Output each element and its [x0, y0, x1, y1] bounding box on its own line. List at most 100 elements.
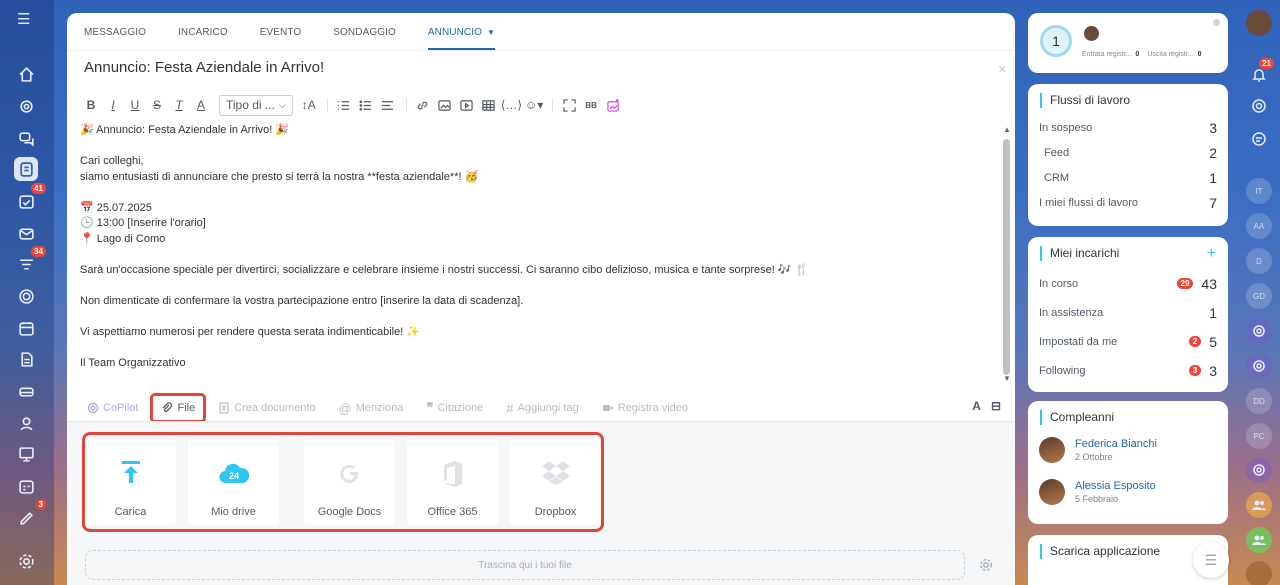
schedule-icon[interactable] [14, 474, 38, 498]
bbcode-icon[interactable]: BB [581, 95, 601, 115]
editor-scrollbar[interactable]: ▲ ▼ [1001, 125, 1013, 383]
menu-button[interactable]: ☰ [1193, 542, 1229, 578]
group-icon[interactable] [1246, 492, 1272, 518]
provider-dropbox[interactable]: Dropbox [510, 439, 601, 525]
strikethrough-icon[interactable]: S [147, 95, 167, 115]
menu-icon[interactable]: ☰ [17, 12, 35, 27]
avatar[interactable]: PC [1246, 423, 1272, 449]
mail-icon[interactable] [14, 221, 38, 245]
calendar-icon[interactable] [14, 316, 38, 340]
clear-format-icon[interactable]: T [169, 95, 189, 115]
workflow-row[interactable]: CRM 1 [1028, 165, 1228, 190]
underline-icon[interactable]: U [125, 95, 145, 115]
quote-button[interactable]: ❞ Citazione [426, 400, 483, 416]
avatar[interactable]: AA [1246, 213, 1272, 239]
tasks-icon[interactable]: 41 [14, 183, 46, 213]
bullet-list-icon[interactable] [356, 95, 376, 115]
document-icon[interactable] [14, 347, 38, 371]
italic-icon[interactable]: I [103, 95, 123, 115]
table-icon[interactable] [479, 95, 499, 115]
bell-icon[interactable]: 21 [1246, 58, 1274, 88]
settings-icon[interactable] [14, 549, 38, 573]
group-icon[interactable] [1246, 527, 1272, 553]
feed-icon[interactable] [14, 157, 38, 181]
copilot-button[interactable]: CoPilot [87, 402, 138, 414]
task-row[interactable]: In corso 29 43 [1028, 269, 1228, 298]
link-icon[interactable] [413, 95, 433, 115]
task-row[interactable]: In assistenza 1 [1028, 298, 1228, 327]
signature-icon[interactable]: 3 [14, 499, 46, 529]
scrollbar-thumb[interactable] [1003, 139, 1010, 375]
provider-my-drive[interactable]: 24 Mio drive [188, 439, 279, 525]
close-icon[interactable]: ✕ [998, 63, 1007, 76]
message-editor[interactable]: 🎉 Annuncio: Festa Aziendale in Arrivo! 🎉… [80, 123, 1000, 385]
panel-icon[interactable]: ⊟ [991, 399, 1001, 413]
contacts-icon[interactable] [14, 411, 38, 435]
code-icon[interactable]: ⟨…⟩ [501, 95, 522, 115]
create-document-button[interactable]: Crea documento [218, 402, 316, 414]
copilot-icon[interactable] [1246, 353, 1272, 379]
video-icon[interactable] [457, 95, 477, 115]
record-video-button[interactable]: Registra video [602, 402, 688, 414]
avatar[interactable]: D [1246, 248, 1272, 274]
workflow-row[interactable]: I miei flussi di lavoro 7 [1028, 190, 1228, 215]
home-icon[interactable] [14, 62, 38, 86]
drive-icon[interactable] [14, 379, 38, 403]
bold-icon[interactable]: B [81, 95, 101, 115]
avatar [1039, 437, 1065, 463]
font-select[interactable]: Tipo di ... ⌵ [219, 94, 293, 116]
ai-image-icon[interactable] [603, 95, 623, 115]
text-format-icon[interactable]: A [972, 399, 981, 413]
task-row[interactable]: Following 3 3 [1028, 356, 1228, 385]
editor-line: Il Team Organizzativo [80, 356, 186, 369]
workflow-row[interactable]: In sospeso 3 [1028, 115, 1228, 140]
avatar[interactable]: GD [1246, 283, 1272, 309]
target-icon[interactable] [14, 284, 38, 308]
editor-line: 📅 25.07.2025 [80, 201, 152, 214]
image-icon[interactable] [435, 95, 455, 115]
mention-button[interactable]: @ Menziona [339, 401, 404, 416]
board-icon[interactable] [14, 442, 38, 466]
font-size-icon[interactable]: ↕A [299, 95, 319, 115]
announcement-title[interactable]: Annuncio: Festa Aziendale in Arrivo! [84, 59, 324, 76]
provider-upload[interactable]: Carica [85, 439, 176, 525]
avatar[interactable] [1246, 10, 1272, 36]
emoji-icon[interactable]: ☺▾ [524, 95, 544, 115]
workflow-row[interactable]: Feed 2 [1028, 140, 1228, 165]
avatar[interactable]: DD [1246, 388, 1272, 414]
tab-incarico[interactable]: INCARICO [178, 27, 228, 50]
chat-icon[interactable] [1246, 126, 1272, 152]
file-button[interactable]: File [150, 393, 207, 423]
copilot-icon[interactable] [14, 94, 38, 118]
copilot-icon[interactable] [1246, 93, 1272, 119]
left-sidebar: ☰ 41 34 3 [0, 0, 54, 585]
avatar[interactable]: IT [1246, 178, 1272, 204]
scroll-down-icon[interactable]: ▼ [1001, 374, 1013, 383]
align-icon[interactable] [378, 95, 398, 115]
scroll-up-icon[interactable]: ▲ [1001, 125, 1013, 134]
avatar[interactable] [1246, 561, 1272, 585]
birthday-item[interactable]: Alessia Esposito 5 Febbraio [1028, 471, 1228, 513]
file-dropzone[interactable]: Trascina qui i tuoi file [85, 550, 965, 580]
tab-evento[interactable]: EVENTO [260, 27, 302, 50]
gear-icon[interactable] [979, 558, 993, 575]
tab-annuncio-label: ANNUNCIO [427, 27, 482, 38]
fullscreen-icon[interactable] [559, 95, 579, 115]
quote-label: Citazione [437, 402, 484, 414]
add-task-button[interactable]: + [1207, 245, 1216, 261]
numbered-list-icon[interactable] [334, 95, 354, 115]
tab-messaggio[interactable]: MESSAGGIO [84, 27, 146, 50]
copilot-icon[interactable] [1246, 457, 1272, 483]
tab-sondaggio[interactable]: SONDAGGIO [333, 27, 396, 50]
text-color-icon[interactable]: A [191, 95, 211, 115]
task-row[interactable]: Impostati da me 2 5 [1028, 327, 1228, 356]
add-tag-button[interactable]: # Aggiungi tag [506, 401, 578, 416]
provider-google-docs[interactable]: Google Docs [304, 439, 395, 525]
copilot-icon[interactable] [1246, 318, 1272, 344]
provider-office-365[interactable]: Office 365 [407, 439, 498, 525]
attendance-counter[interactable]: 1 [1040, 25, 1072, 57]
tab-annuncio[interactable]: ANNUNCIO ▼ [427, 27, 496, 50]
birthday-item[interactable]: Federica Bianchi 2 Ottobre [1028, 429, 1228, 471]
funnel-icon[interactable]: 34 [14, 246, 46, 276]
chat-icon[interactable] [14, 126, 38, 150]
